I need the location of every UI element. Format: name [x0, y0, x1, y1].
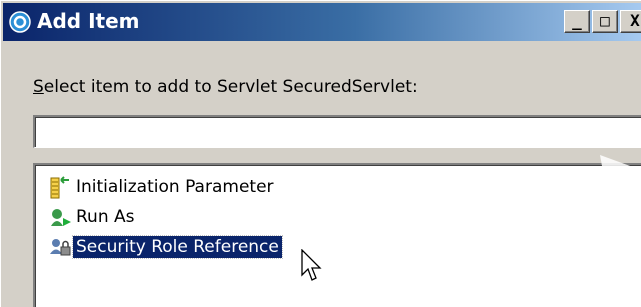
init-parameter-icon [47, 174, 73, 200]
run-as-icon [47, 204, 73, 230]
prompt-mnemonic: S [33, 77, 44, 97]
mouse-pointer-icon [301, 249, 322, 281]
minimize-button[interactable]: _ [564, 10, 590, 33]
filter-input[interactable] [33, 115, 641, 148]
add-item-dialog: Add Item _ □ X Select item to add to Ser… [0, 0, 641, 307]
list-item-security-role-reference[interactable]: Security Role Reference [47, 233, 283, 260]
close-button[interactable]: X [620, 10, 641, 33]
list-item-label: Initialization Parameter [76, 176, 274, 197]
dialog-icon [9, 11, 31, 33]
item-list[interactable]: Initialization Parameter Run As Security… [33, 163, 641, 307]
prompt-text: elect item to add to Servlet SecuredServ… [43, 77, 418, 97]
list-item-label: Security Role Reference [72, 234, 283, 259]
maximize-button[interactable]: □ [592, 10, 618, 33]
list-item-label: Run As [76, 206, 135, 227]
list-item-run-as[interactable]: Run As [47, 203, 138, 230]
security-role-reference-icon [47, 234, 73, 260]
list-item-initialization-parameter[interactable]: Initialization Parameter [47, 173, 277, 200]
window-title: Add Item [37, 9, 140, 33]
title-bar[interactable]: Add Item _ □ X [3, 3, 641, 41]
prompt-label: Select item to add to Servlet SecuredSer… [33, 77, 418, 97]
